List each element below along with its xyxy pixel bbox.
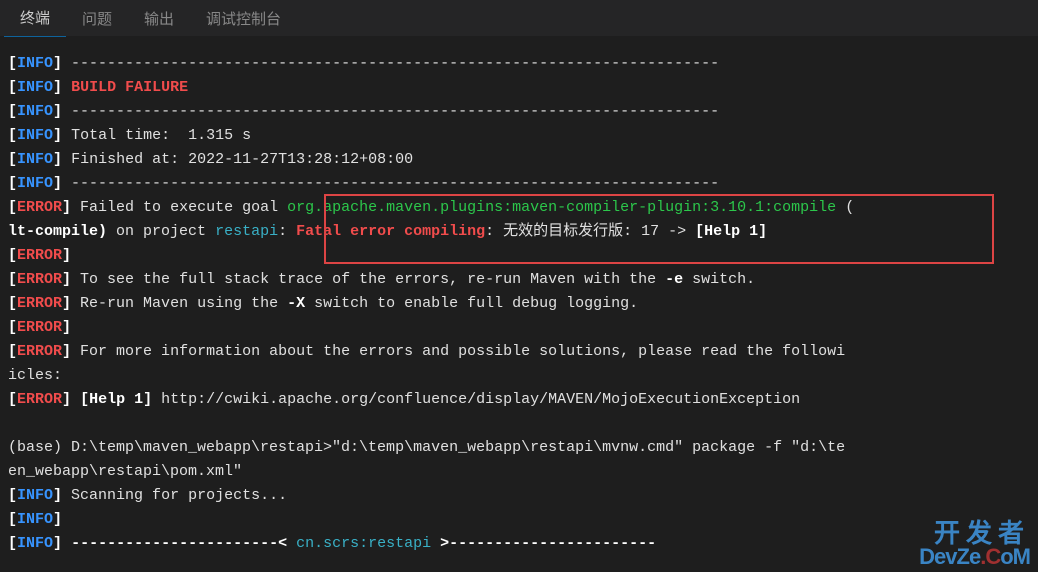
watermark: 开发者 DevZe.CoM (919, 520, 1030, 568)
error-text: For more information about the errors an… (71, 343, 845, 360)
tab-bar: 终端 问题 输出 调试控制台 (0, 0, 1038, 36)
fatal-error: Fatal error compiling (296, 223, 485, 240)
help-url: http://cwiki.apache.org/confluence/displ… (152, 391, 800, 408)
switch-e: -e (665, 271, 683, 288)
terminal-output[interactable]: [INFO] ---------------------------------… (0, 36, 1038, 572)
total-time: Total time: 1.315 s (71, 127, 251, 144)
help-label: [Help 1] (80, 391, 152, 408)
scanning-text: Scanning for projects... (62, 487, 287, 504)
project-name: restapi (215, 223, 278, 240)
log-line: ----------------------------------------… (62, 55, 719, 72)
lt-compile: lt-compile) (8, 223, 107, 240)
tab-problems[interactable]: 问题 (66, 0, 128, 37)
error-text: Failed to execute goal (71, 199, 287, 216)
project-id: cn.scrs:restapi (296, 535, 431, 552)
error-text: To see the full stack trace of the error… (71, 271, 665, 288)
error-message: : 无效的目标发行版: 17 -> (485, 223, 695, 240)
build-failure-text: BUILD FAILURE (71, 79, 188, 96)
error-text-continued: icles: (8, 367, 62, 384)
error-text: Re-run Maven using the (71, 295, 287, 312)
help-link: [Help 1] (695, 223, 767, 240)
tab-debug-console[interactable]: 调试控制台 (190, 0, 297, 37)
command-prompt-continued: en_webapp\restapi\pom.xml" (8, 463, 242, 480)
tab-terminal[interactable]: 终端 (4, 0, 66, 37)
tab-output[interactable]: 输出 (128, 0, 190, 37)
finished-at: Finished at: 2022-11-27T13:28:12+08:00 (71, 151, 413, 168)
command-prompt: (base) D:\temp\maven_webapp\restapi>"d:\… (8, 439, 845, 456)
plugin-name: org.apache.maven.plugins:maven-compiler-… (287, 199, 836, 216)
switch-x: -X (287, 295, 305, 312)
log-line: ----------------------------------------… (62, 103, 719, 120)
log-line: ----------------------------------------… (62, 175, 719, 192)
